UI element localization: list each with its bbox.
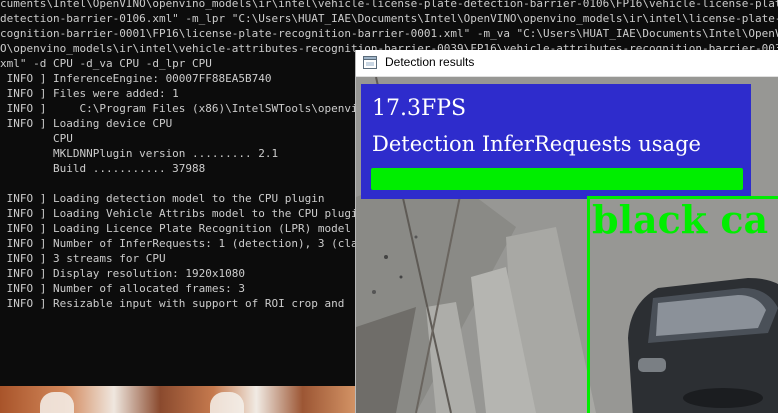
app-window-icon [363,56,377,69]
console-line: INFO ] 3 streams for CPU [0,252,166,265]
fps-readout: 17.3FPS [372,96,467,121]
console-line: INFO ] C:\Program Files (x86)\IntelSWToo… [0,102,371,115]
console-line: cuments\Intel\OpenVINO\openvino_models\i… [0,0,778,10]
console-line: INFO ] Display resolution: 1920x1080 [0,267,246,280]
wallpaper-snow-tree [40,392,74,413]
vehicle-attribute-label: black ca [592,197,769,242]
detection-results-window[interactable]: Detection results 17.3FPS Detection Infe… [355,50,778,413]
console-line: detection-barrier-0106.xml" -m_lpr "C:\U… [0,12,778,25]
console-line: INFO ] Loading Vehicle Attribs model to … [0,207,365,220]
console-line: CPU [0,132,73,145]
console-line: xml" -d CPU -d_va CPU -d_lpr CPU [0,57,212,70]
console-line: Build ........... 37988 [0,162,206,175]
infer-usage-bar [371,168,743,190]
console-line: INFO ] Files were added: 1 [0,87,179,100]
desktop-wallpaper [0,386,356,413]
infer-usage-bar-fill [371,168,743,190]
infer-usage-label: Detection InferRequests usage [372,132,701,156]
console-line: MKLDNNPlugin version ......... 2.1 [0,147,279,160]
video-frame: 17.3FPS Detection InferRequests usage bl… [356,77,778,413]
console-line: INFO ] Loading Licence Plate Recognition… [0,222,351,235]
console-line: INFO ] Resizable input with support of R… [0,297,345,310]
window-title: Detection results [385,55,475,69]
stats-overlay-panel: 17.3FPS Detection InferRequests usage [361,84,751,199]
wallpaper-snow-tree [210,392,244,413]
console-line: INFO ] Loading detection model to the CP… [0,192,325,205]
console-line: cognition-barrier-0001\FP16\license-plat… [0,27,778,40]
console-line: INFO ] Loading device CPU [0,117,173,130]
console-line: INFO ] Number of allocated frames: 3 [0,282,246,295]
window-titlebar[interactable]: Detection results [356,50,778,77]
console-line: INFO ] InferenceEngine: 00007FF88EA5B740 [0,72,272,85]
